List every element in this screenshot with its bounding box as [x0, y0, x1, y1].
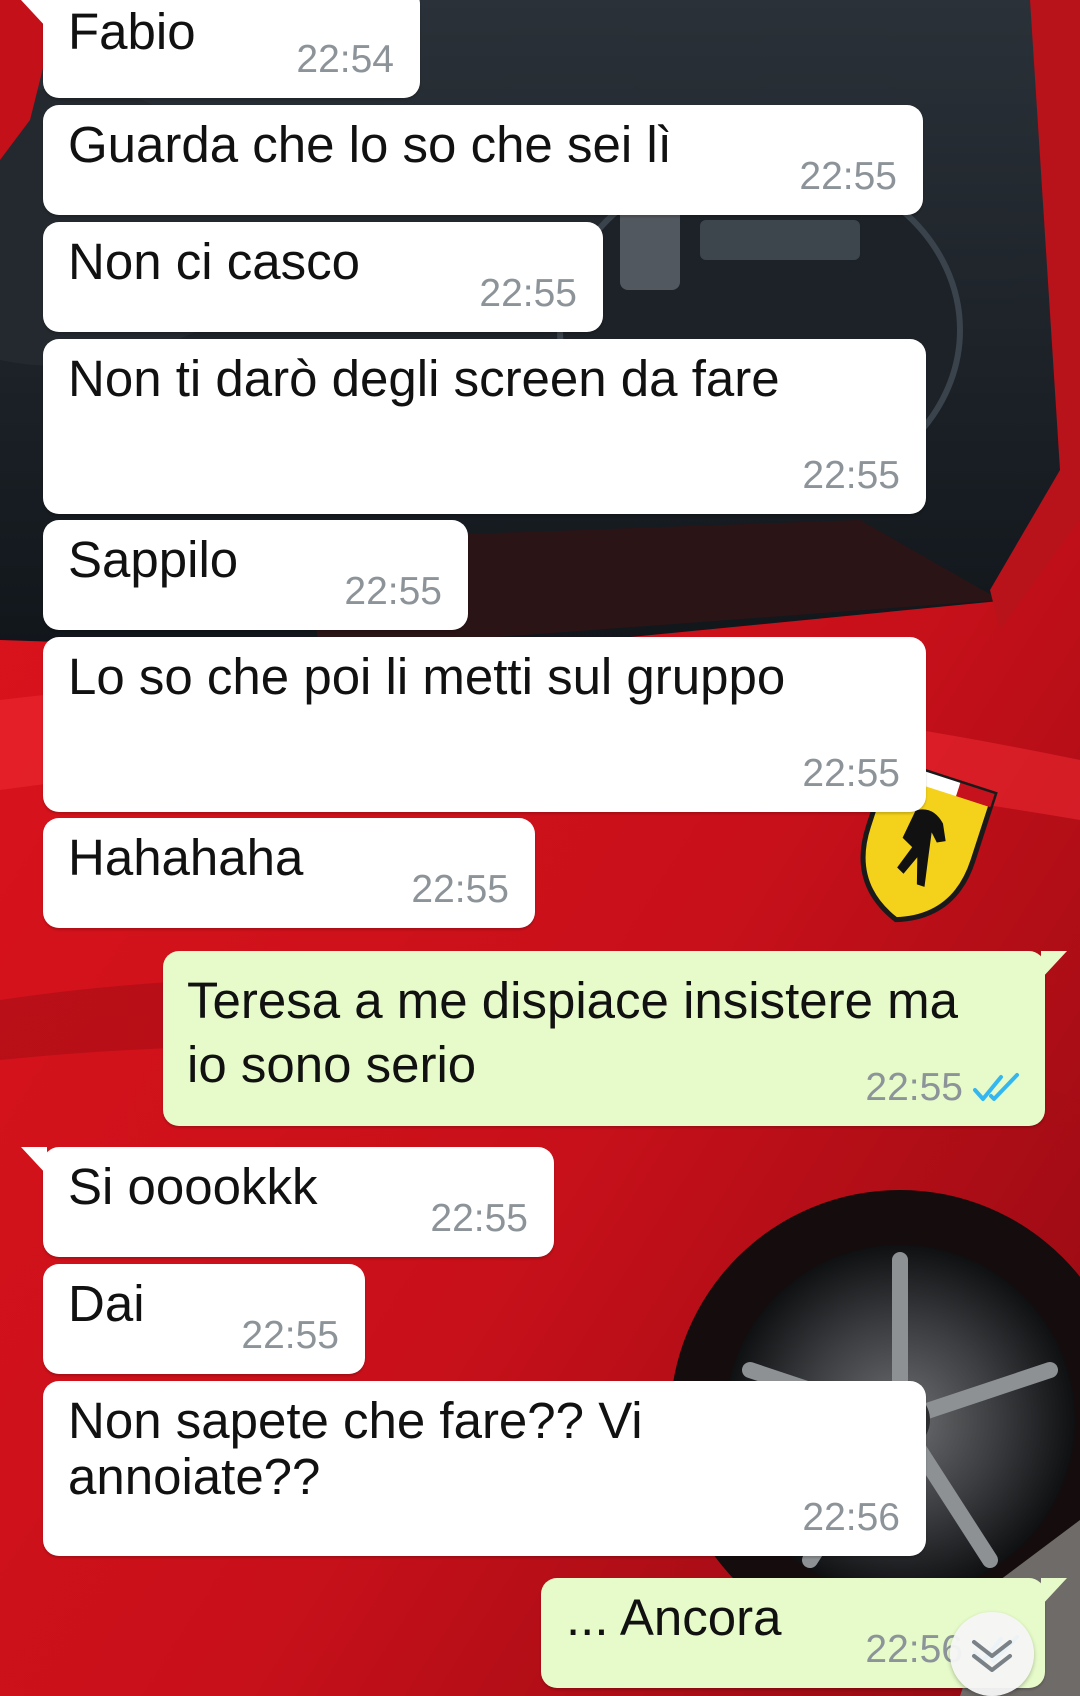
message-timestamp: 22:56 [865, 1628, 963, 1671]
message-timestamp: 22:55 [865, 1066, 963, 1109]
message-bubble-incoming[interactable]: Lo so che poi li metti sul gruppo 22:55 [43, 637, 926, 812]
message-timestamp: 22:55 [802, 752, 900, 795]
message-timestamp: 22:55 [344, 570, 442, 613]
message-bubble-incoming[interactable]: Non ti darò degli screen da fare 22:55 [43, 339, 926, 514]
message-timestamp: 22:55 [802, 454, 900, 497]
message-text-line: annoiate?? [68, 1448, 321, 1505]
message-timestamp: 22:56 [802, 1496, 900, 1539]
message-text: Sappilo [68, 531, 239, 588]
message-bubble-incoming[interactable]: Fabio 22:54 [21, 0, 420, 98]
bubble-tail-icon [1041, 1578, 1067, 1606]
message-bubble-incoming[interactable]: Guarda che lo so che sei lì 22:55 [43, 105, 923, 215]
message-text: Non ti darò degli screen da fare [68, 350, 780, 407]
message-text: Dai [68, 1275, 145, 1332]
message-bubble-incoming[interactable]: Non ci casco 22:55 [43, 222, 603, 332]
scroll-to-bottom-button[interactable] [950, 1612, 1034, 1696]
message-bubble-incoming[interactable]: Si ooookkk 22:55 [21, 1147, 554, 1257]
double-check-icon [973, 1073, 1019, 1101]
message-text: Fabio [68, 3, 196, 60]
message-timestamp: 22:54 [296, 38, 394, 81]
message-timestamp: 22:55 [479, 272, 577, 315]
message-text: Hahahaha [68, 829, 304, 886]
message-text: Si ooookkk [68, 1158, 318, 1215]
bubble-tail-icon [21, 0, 47, 28]
message-text-line: Teresa a me dispiace insistere ma [187, 972, 959, 1029]
message-text: Non ci casco [68, 233, 360, 290]
message-bubble-incoming[interactable]: Hahahaha 22:55 [43, 818, 535, 928]
message-bubble-incoming[interactable]: Dai 22:55 [43, 1264, 365, 1374]
message-text: ... Ancora [566, 1589, 782, 1646]
message-timestamp: 22:55 [411, 868, 509, 911]
message-timestamp: 22:55 [241, 1314, 339, 1357]
message-bubble-outgoing[interactable]: Teresa a me dispiace insistere ma io son… [163, 951, 1067, 1126]
double-chevron-down-icon [972, 1640, 1012, 1672]
message-timestamp: 22:55 [430, 1197, 528, 1240]
message-text-line: io sono serio [187, 1036, 477, 1093]
bubble-tail-icon [21, 1147, 47, 1175]
message-text: Lo so che poi li metti sul gruppo [68, 648, 786, 705]
message-bubble-incoming[interactable]: Non sapete che fare?? Vi annoiate?? 22:5… [43, 1381, 926, 1556]
message-text: Guarda che lo so che sei lì [68, 116, 672, 173]
message-bubble-incoming[interactable]: Sappilo 22:55 [43, 520, 468, 630]
message-timestamp: 22:55 [799, 155, 897, 198]
message-text-line: Non sapete che fare?? Vi [68, 1392, 643, 1449]
bubble-tail-icon [1041, 951, 1067, 979]
